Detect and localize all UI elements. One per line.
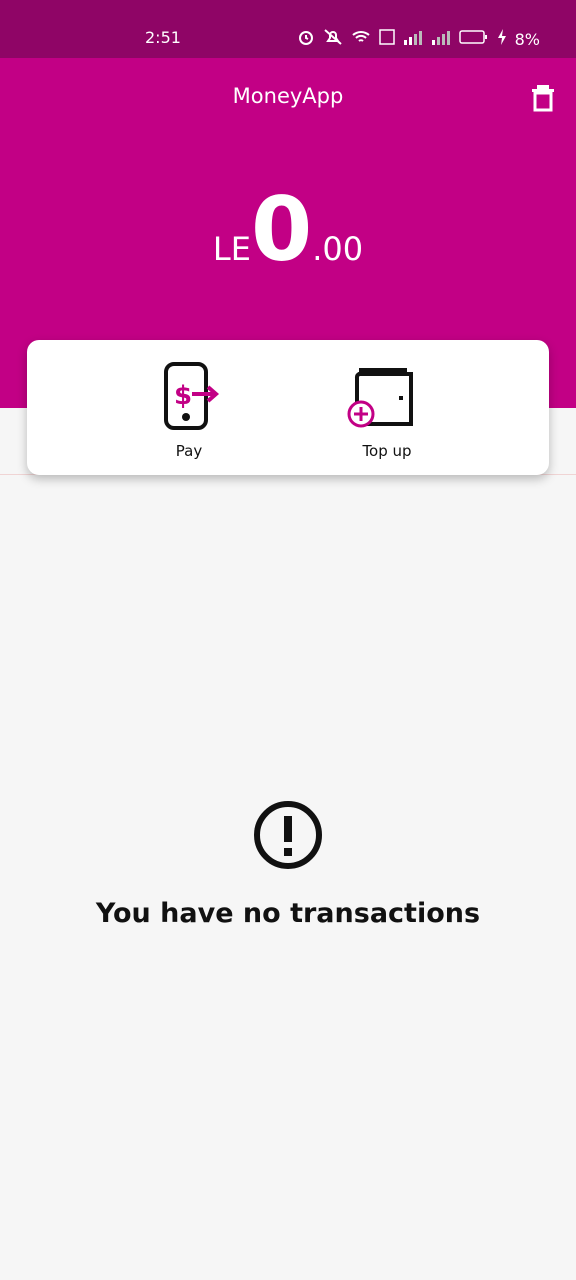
wallet-plus-icon xyxy=(347,368,413,428)
wifi-icon xyxy=(351,29,371,49)
pay-label: Pay xyxy=(175,442,203,460)
delete-button[interactable] xyxy=(530,84,558,112)
empty-state: You have no transactions xyxy=(0,800,576,929)
balance-display: LE0.00 xyxy=(0,178,576,281)
empty-message: You have no transactions xyxy=(95,898,481,929)
status-bar: 2:51 8% xyxy=(0,0,576,58)
charging-icon xyxy=(497,29,507,49)
volte-icon xyxy=(378,29,395,49)
top-up-button[interactable]: Top up xyxy=(327,362,447,460)
status-icons: 8% xyxy=(297,28,540,50)
mute-icon xyxy=(323,28,343,50)
phone-pay-icon: $ xyxy=(164,362,220,430)
top-up-label: Top up xyxy=(362,442,412,460)
balance-currency: LE xyxy=(212,230,251,268)
actions-card: $ Pay Top up xyxy=(27,340,549,475)
signal-icon xyxy=(403,30,423,49)
battery-icon xyxy=(458,29,489,49)
app-title: MoneyApp xyxy=(232,84,344,108)
status-time: 2:51 xyxy=(145,28,181,47)
pay-button[interactable]: $ Pay xyxy=(129,362,249,460)
svg-text:$: $ xyxy=(174,381,192,411)
balance-cents: .00 xyxy=(312,230,364,268)
battery-percent: 8% xyxy=(514,29,540,49)
alarm-icon xyxy=(297,28,315,50)
balance-whole: 0 xyxy=(250,178,313,281)
trash-icon xyxy=(532,85,554,112)
signal-icon-2 xyxy=(431,30,451,49)
alert-icon xyxy=(254,801,322,869)
